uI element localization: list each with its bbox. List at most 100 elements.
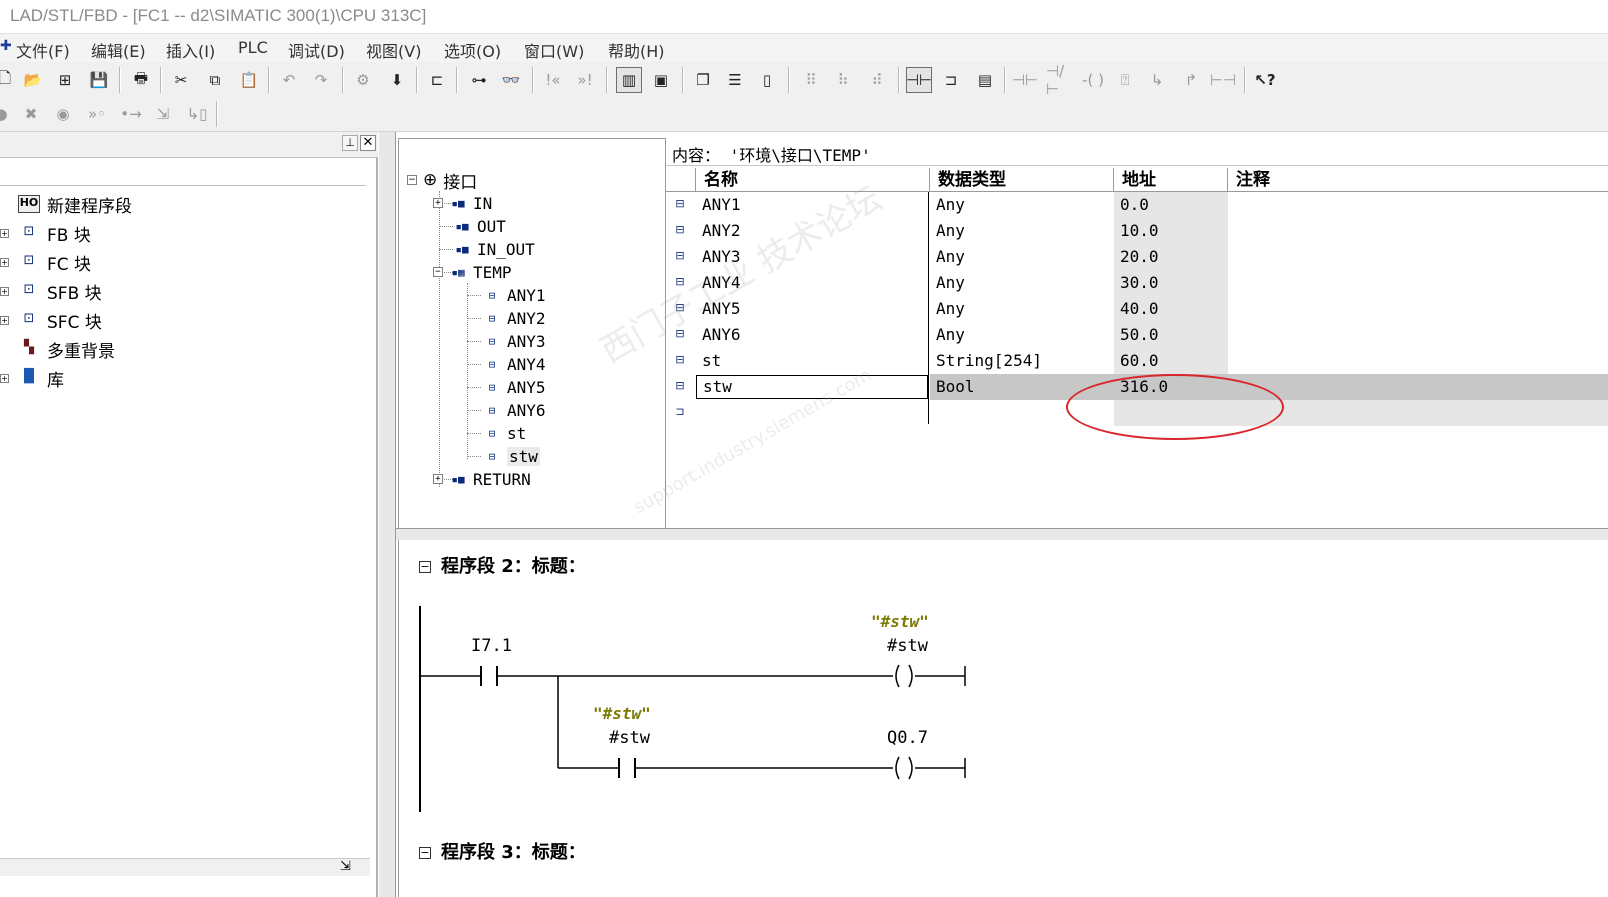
- horizontal-splitter[interactable]: [396, 528, 1608, 540]
- table-row[interactable]: ⊟ ANY6 Any 50.0: [666, 322, 1608, 348]
- tree-node-in-out[interactable]: ▪■ IN_OUT: [453, 238, 534, 260]
- menu-edit[interactable]: 编辑(E): [91, 38, 146, 62]
- menu-view[interactable]: 视图(V): [366, 38, 421, 62]
- tree-node-in[interactable]: + ▪■ IN: [433, 192, 492, 214]
- tile-horizontal-icon[interactable]: ☰: [722, 67, 748, 93]
- table-row[interactable]: ⊟ ANY5 Any 40.0: [666, 296, 1608, 322]
- collapse-icon[interactable]: −: [407, 175, 417, 185]
- cell-type[interactable]: Any: [930, 296, 1114, 322]
- cell-type[interactable]: Any: [930, 322, 1114, 348]
- breakpoint-active-icon[interactable]: ◉: [50, 101, 76, 127]
- tree-node-temp[interactable]: − ▪▦ TEMP: [433, 261, 512, 283]
- cell-name[interactable]: ANY1: [696, 192, 930, 218]
- save-icon[interactable]: 💾: [86, 67, 112, 93]
- close-icon[interactable]: ✕: [360, 135, 376, 151]
- collapse-icon[interactable]: −: [419, 847, 431, 859]
- coil-q07[interactable]: [895, 756, 900, 780]
- tree-leaf-any3[interactable]: ⊟ ANY3: [483, 330, 546, 352]
- breakpoint-icon[interactable]: ●: [0, 101, 14, 127]
- cell-name[interactable]: ANY6: [696, 322, 930, 348]
- accessible-nodes-icon[interactable]: ⊞: [52, 67, 78, 93]
- collapse-icon[interactable]: −: [433, 267, 443, 277]
- download-icon[interactable]: ⬇: [384, 67, 410, 93]
- menu-insert[interactable]: 插入(I): [166, 38, 215, 62]
- copy-icon[interactable]: ⧉: [202, 67, 228, 93]
- table-row[interactable]: ⊟ ANY4 Any 30.0: [666, 270, 1608, 296]
- tree-leaf-st[interactable]: ⊟ st: [483, 422, 527, 444]
- column-type-header[interactable]: 数据类型: [930, 168, 1114, 192]
- paste-icon[interactable]: 📋: [236, 67, 262, 93]
- stl-mode-icon[interactable]: ▤: [972, 67, 998, 93]
- cut-icon[interactable]: ✂: [168, 67, 194, 93]
- table-row[interactable]: ⊟ ANY1 Any 0.0: [666, 192, 1608, 218]
- cell-name[interactable]: ANY4: [696, 270, 930, 296]
- menu-window[interactable]: 窗口(W): [524, 38, 584, 62]
- cell-type[interactable]: String[254]: [930, 348, 1114, 374]
- nc-contact-icon[interactable]: ⊣/⊢: [1046, 62, 1072, 98]
- expand-icon[interactable]: +: [0, 286, 9, 296]
- cell-type[interactable]: Any: [930, 218, 1114, 244]
- tree-leaf-stw[interactable]: ⊟ stw: [483, 445, 540, 467]
- table-row[interactable]: ⊟ st String[254] 60.0: [666, 348, 1608, 374]
- branch-down-icon[interactable]: ↳: [1144, 67, 1170, 93]
- table-row[interactable]: ⊟ ANY3 Any 20.0: [666, 244, 1608, 270]
- resize-grip-icon[interactable]: ⇲: [340, 859, 351, 874]
- tree-node-return[interactable]: + ▪■ RETURN: [433, 468, 531, 490]
- tree-leaf-any4[interactable]: ⊟ ANY4: [483, 353, 546, 375]
- expand-icon[interactable]: +: [433, 198, 443, 208]
- tile-vertical-icon[interactable]: ▯: [754, 67, 780, 93]
- coil-stw[interactable]: [895, 664, 900, 688]
- expand-icon[interactable]: +: [0, 373, 9, 383]
- undo-icon[interactable]: ↶: [276, 67, 302, 93]
- new-file-icon[interactable]: 🗋: [0, 67, 18, 93]
- no-contact-icon[interactable]: ⊣⊢: [1012, 67, 1038, 93]
- help-pointer-icon[interactable]: ↖?: [1252, 67, 1278, 93]
- menu-plc[interactable]: PLC: [238, 38, 268, 57]
- cascade-windows-icon[interactable]: ❐: [690, 67, 716, 93]
- monitor-glasses-icon[interactable]: 👓: [498, 67, 524, 93]
- cell-type[interactable]: Any: [930, 270, 1114, 296]
- fbd-mode-icon[interactable]: ⊐: [938, 67, 964, 93]
- step-into-icon[interactable]: ↳▯: [184, 101, 210, 127]
- redo-icon[interactable]: ↷: [308, 67, 334, 93]
- execute-call-icon[interactable]: ⇲: [150, 101, 176, 127]
- column-address-header[interactable]: 地址: [1114, 168, 1228, 192]
- clear-breakpoints-icon[interactable]: ✖: [18, 101, 44, 127]
- connect-icon[interactable]: ⊢⊣: [1210, 67, 1236, 93]
- pin-icon[interactable]: ⊥: [342, 135, 358, 151]
- menu-options[interactable]: 选项(O): [444, 38, 501, 62]
- cell-name[interactable]: ANY5: [696, 296, 930, 322]
- expand-icon[interactable]: +: [0, 228, 9, 238]
- expand-icon[interactable]: +: [0, 315, 9, 325]
- pane-splitter[interactable]: [378, 132, 396, 897]
- tree-leaf-any5[interactable]: ⊟ ANY5: [483, 376, 546, 398]
- cell-name[interactable]: ANY3: [696, 244, 930, 270]
- details-pane-icon[interactable]: ▣: [648, 67, 674, 93]
- branch-up-icon[interactable]: ↱: [1178, 67, 1204, 93]
- network-3-title[interactable]: − 程序段 3：标题：: [419, 838, 586, 864]
- table-row[interactable]: ⊟ ANY2 Any 10.0: [666, 218, 1608, 244]
- new-network-tb-icon[interactable]: ⠿: [798, 67, 824, 93]
- branch-close-icon[interactable]: ⠾: [864, 67, 890, 93]
- cell-type[interactable]: Any: [930, 244, 1114, 270]
- online-icon[interactable]: ⊶: [466, 67, 492, 93]
- tree-leaf-any2[interactable]: ⊟ ANY2: [483, 307, 546, 329]
- print-icon[interactable]: 🖶: [128, 67, 154, 93]
- cell-type[interactable]: Any: [930, 192, 1114, 218]
- empty-box-icon[interactable]: ⍰: [1112, 67, 1138, 93]
- overview-icon[interactable]: ⊏: [424, 67, 450, 93]
- name-edit-field[interactable]: stw: [696, 375, 928, 399]
- open-folder-icon[interactable]: 📂: [20, 67, 46, 93]
- menu-file[interactable]: 文件(F): [16, 38, 70, 62]
- compile-icon[interactable]: ⚙: [350, 67, 376, 93]
- coil-icon[interactable]: -( ): [1080, 67, 1106, 93]
- expand-icon[interactable]: +: [0, 257, 9, 267]
- continue-icon[interactable]: •→: [118, 101, 144, 127]
- tree-root-interface[interactable]: − ⊕ 接口: [407, 169, 477, 193]
- expand-icon[interactable]: +: [433, 474, 443, 484]
- tree-leaf-any1[interactable]: ⊟ ANY1: [483, 284, 546, 306]
- lad-mode-icon[interactable]: ⊣⊢: [906, 67, 932, 93]
- next-network-icon[interactable]: »!: [572, 67, 598, 93]
- tree-node-out[interactable]: ▪■ OUT: [453, 215, 506, 237]
- column-comment-header[interactable]: 注释: [1228, 168, 1608, 192]
